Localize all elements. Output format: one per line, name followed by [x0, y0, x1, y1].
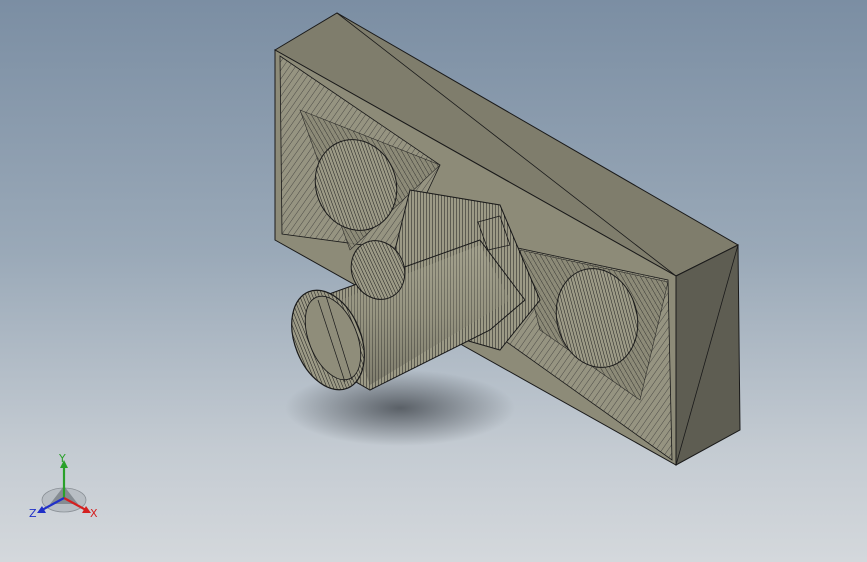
orientation-triad[interactable]: Y X Z — [29, 452, 98, 520]
z-axis-label: Z — [29, 507, 37, 520]
model-canvas[interactable]: Y X Z — [0, 0, 867, 562]
x-axis-label: X — [90, 507, 98, 520]
y-axis-label: Y — [58, 452, 66, 465]
graphics-viewport[interactable]: Y X Z — [0, 0, 867, 562]
